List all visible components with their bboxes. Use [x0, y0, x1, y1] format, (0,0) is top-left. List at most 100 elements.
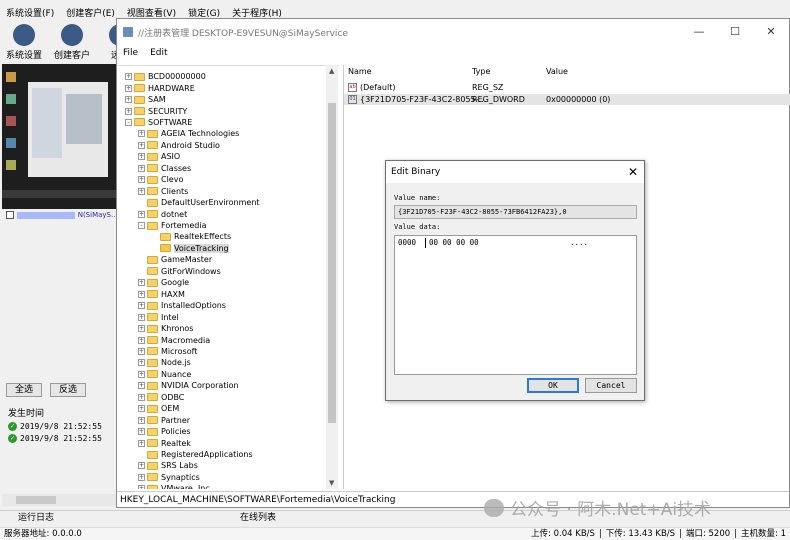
expander-icon[interactable]: + [138, 393, 145, 401]
tree-node[interactable]: RegisteredApplications [138, 449, 253, 460]
tree-node[interactable]: + Google [138, 277, 189, 288]
tab-online-list[interactable]: 在线列表 [222, 511, 294, 524]
tree-node[interactable]: + HAXM [138, 289, 185, 300]
expander-icon[interactable]: - [125, 118, 132, 126]
expander-icon[interactable]: + [138, 382, 145, 390]
expander-icon[interactable]: + [138, 153, 145, 161]
expander-icon[interactable]: + [138, 485, 145, 489]
dialog-close-button[interactable]: ✕ [628, 161, 638, 183]
ok-button[interactable]: OK [527, 378, 579, 393]
expander-icon[interactable]: + [138, 370, 145, 378]
expander-icon[interactable]: + [138, 473, 145, 481]
expander-icon[interactable]: + [138, 290, 145, 298]
tree-node[interactable]: + Classes [138, 163, 191, 174]
registry-key-tree[interactable]: + BCD00000000 + HARDWARE + SAM + SECURITY - SOFTW… [117, 65, 339, 489]
expander-icon[interactable]: + [138, 325, 145, 333]
expander-icon[interactable]: + [138, 462, 145, 470]
expander-icon[interactable]: + [138, 359, 145, 367]
tree-node[interactable]: + Clevo [138, 174, 183, 185]
tree-node[interactable]: GameMaster [138, 254, 212, 265]
expander-icon[interactable]: + [138, 210, 145, 218]
scroll-down-icon[interactable]: ▼ [329, 479, 334, 487]
tree-node[interactable]: + Realtek [138, 437, 191, 448]
tree-node[interactable]: GitForWindows [138, 266, 221, 277]
expander-icon[interactable]: + [138, 164, 145, 172]
expander-icon[interactable]: + [125, 107, 132, 115]
scroll-up-icon[interactable]: ▲ [329, 67, 334, 75]
expander-icon[interactable]: + [138, 279, 145, 287]
col-value[interactable]: Value [546, 65, 568, 79]
minimize-button[interactable]: — [681, 19, 717, 45]
maximize-button[interactable]: ☐ [717, 19, 753, 45]
tree-node[interactable]: + BCD00000000 [125, 71, 206, 82]
expander-icon[interactable]: + [138, 141, 145, 149]
tree-node[interactable]: + Microsoft [138, 346, 197, 357]
cancel-button[interactable]: Cancel [585, 378, 637, 393]
tree-node[interactable]: + SRS Labs [138, 460, 198, 471]
tree-node[interactable]: + Intel [138, 311, 179, 322]
expander-icon[interactable]: + [138, 130, 145, 138]
menu-create-client[interactable]: 创建客户(E) [60, 6, 121, 22]
close-button[interactable]: ✕ [753, 19, 789, 45]
expander-icon[interactable]: + [138, 439, 145, 447]
menu-edit[interactable]: Edit [150, 45, 167, 61]
tree-node[interactable]: - Fortemedia [138, 220, 206, 231]
tree-node[interactable]: + Android Studio [138, 140, 220, 151]
invert-select-button[interactable]: 反选 [50, 383, 87, 397]
select-all-button[interactable]: 全选 [6, 383, 43, 397]
tree-node[interactable]: + VMware, Inc. [138, 483, 212, 489]
expander-icon[interactable]: + [138, 416, 145, 424]
tree-node[interactable]: + Node.js [138, 357, 191, 368]
expander-icon[interactable]: + [138, 405, 145, 413]
tree-node[interactable]: + SECURITY [125, 105, 187, 116]
expander-icon[interactable]: + [138, 302, 145, 310]
hex-editor[interactable]: 0000 00 00 00 00 .... [394, 235, 637, 375]
tree-node[interactable]: + ASIO [138, 151, 180, 162]
tree-node[interactable]: + Synaptics [138, 472, 200, 483]
host-row[interactable]: N(SiMayS… [6, 209, 118, 221]
expander-icon[interactable]: + [138, 313, 145, 321]
expander-icon[interactable]: + [125, 84, 132, 92]
col-type[interactable]: Type [472, 65, 490, 79]
tree-node[interactable]: RealtekEffects [151, 231, 231, 242]
col-name[interactable]: Name [348, 65, 372, 79]
value-name-field[interactable]: {3F21D705-F23F-43C2-8055-73FB6412FA23},0 [394, 205, 637, 219]
tree-node[interactable]: + dotnet [138, 208, 187, 219]
tree-node[interactable]: + OEM [138, 403, 179, 414]
tree-node[interactable]: + NVIDIA Corporation [138, 380, 239, 391]
expander-icon[interactable]: + [138, 187, 145, 195]
tree-node[interactable]: + AGEIA Technologies [138, 128, 239, 139]
tree-node[interactable]: + SAM [125, 94, 166, 105]
tree-node[interactable]: + Clients [138, 186, 188, 197]
expander-icon[interactable]: + [138, 336, 145, 344]
registry-titlebar[interactable]: //注册表管理 DESKTOP-E9VESUN@SiMayService — ☐… [117, 19, 789, 45]
toolbar-create-client-button[interactable]: 创建客户 [48, 24, 96, 64]
expander-icon[interactable]: + [125, 96, 132, 104]
tree-node[interactable]: + Policies [138, 426, 191, 437]
tree-node[interactable]: + Macromedia [138, 334, 210, 345]
toolbar-settings-button[interactable]: 系统设置 [0, 24, 48, 64]
menu-system-settings[interactable]: 系统设置(F) [0, 6, 60, 22]
desktop-preview-thumbnail[interactable] [2, 64, 116, 209]
scroll-thumb[interactable] [328, 103, 336, 423]
tree-vscrollbar[interactable]: ▲ ▼ [326, 65, 338, 489]
expander-icon[interactable]: - [138, 222, 145, 230]
log-hscrollbar[interactable] [2, 494, 116, 506]
expander-icon[interactable]: + [138, 428, 145, 436]
tree-node[interactable]: VoiceTracking [151, 243, 229, 254]
expander-icon[interactable]: + [138, 347, 145, 355]
dialog-titlebar[interactable]: Edit Binary ✕ [386, 161, 644, 183]
value-row[interactable]: 01 {3F21D705-F23F-43C2-8055-… REG_DWORD … [344, 94, 790, 105]
tree-node[interactable]: + Khronos [138, 323, 193, 334]
host-checkbox[interactable] [6, 211, 14, 219]
tree-node[interactable]: + InstalledOptions [138, 300, 226, 311]
tab-run-log[interactable]: 运行日志 [0, 511, 72, 524]
value-row[interactable]: ab (Default) REG_SZ [344, 82, 790, 93]
expander-icon[interactable]: + [125, 73, 132, 81]
tree-node[interactable]: DefaultUserEnvironment [138, 197, 260, 208]
tree-node[interactable]: + ODBC [138, 392, 184, 403]
tree-node[interactable]: - SOFTWARE [125, 117, 192, 128]
tree-node[interactable]: + Partner [138, 415, 190, 426]
expander-icon[interactable]: + [138, 176, 145, 184]
scroll-thumb[interactable] [16, 496, 56, 504]
